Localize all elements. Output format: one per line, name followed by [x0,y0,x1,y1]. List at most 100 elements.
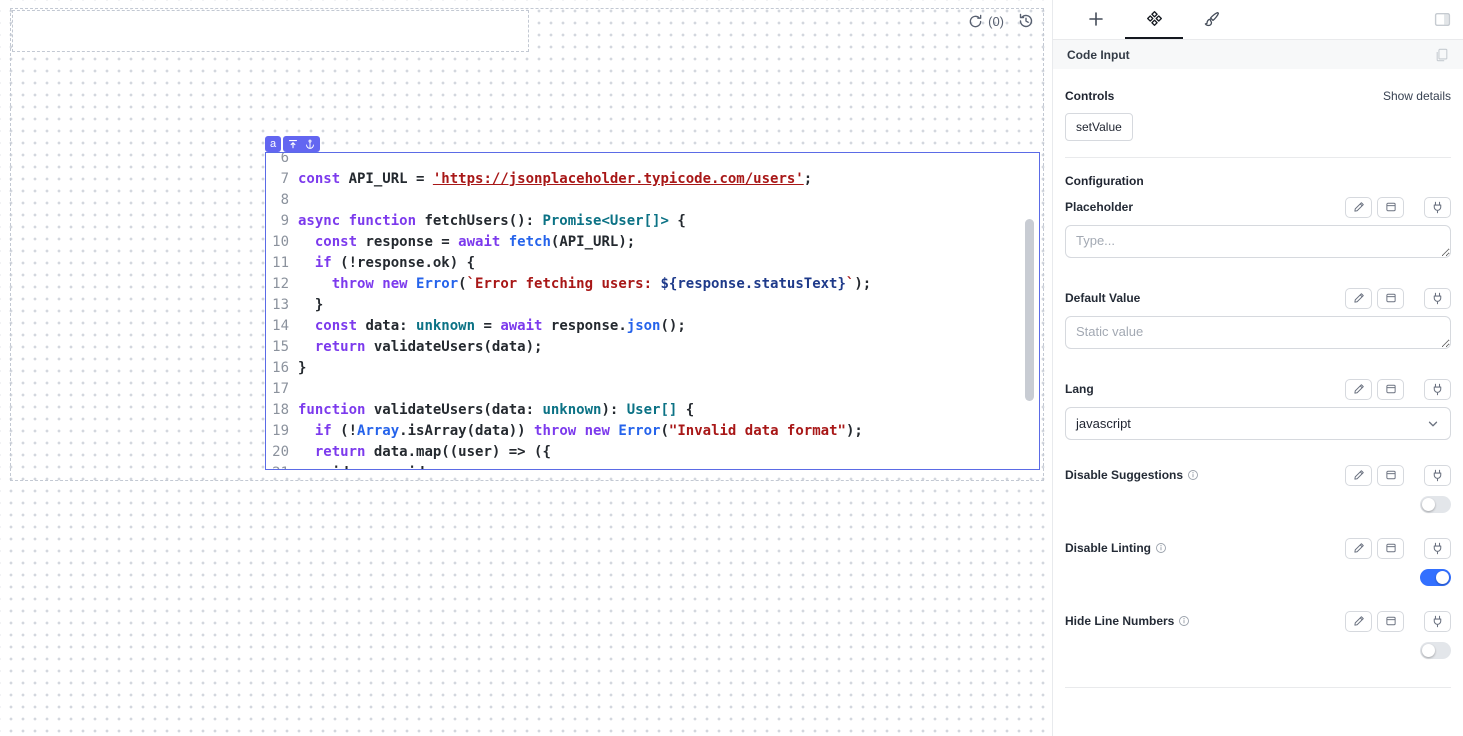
plug-icon [1431,292,1444,305]
property-panel: Code Input Controls Show details setValu… [1053,0,1463,736]
hide-line-numbers-label: Hide Line Numbers [1065,614,1174,628]
default-value-label: Default Value [1065,291,1140,305]
field-lang: Langjavascript [1065,378,1451,440]
hide-line-numbers-bind-button[interactable] [1424,611,1451,632]
disable-suggestions-edit-button[interactable] [1345,465,1372,486]
tab-styles[interactable] [1183,0,1241,39]
disable-linting-label: Disable Linting [1065,541,1151,555]
line-number: 21 [270,463,298,469]
window-icon [1385,469,1397,481]
plug-icon [1431,615,1444,628]
lang-edit-button[interactable] [1345,379,1372,400]
canvas[interactable]: (0) a 67const API_URL = 'https://jsonpla… [0,0,1053,736]
info-icon[interactable] [1187,469,1199,481]
panel-collapse-button[interactable] [1434,11,1451,28]
info-icon[interactable] [1155,542,1167,554]
plus-icon [1088,11,1104,27]
docs-button[interactable] [1435,48,1449,62]
code-line-18[interactable]: 18function validateUsers(data: unknown):… [266,400,1039,421]
setvalue-button[interactable]: setValue [1065,113,1133,141]
disable-suggestions-insert-button[interactable] [1377,465,1404,486]
tab-components[interactable] [1125,0,1183,39]
disable-linting-toggle[interactable] [1420,569,1451,586]
pencil-icon [1353,469,1365,481]
lang-select[interactable]: javascript [1065,407,1451,440]
disable-suggestions-bind-button[interactable] [1424,465,1451,486]
toggle-knob [1436,571,1449,584]
brush-icon [1204,11,1220,27]
line-number: 15 [270,337,298,358]
refresh-icon [968,14,983,29]
code-text: const data: unknown = await response.jso… [298,316,686,337]
lang-bind-button[interactable] [1424,379,1451,400]
hide-line-numbers-insert-button[interactable] [1377,611,1404,632]
code-line-15[interactable]: 15 return validateUsers(data); [266,337,1039,358]
line-number: 7 [270,169,298,190]
show-details-link[interactable]: Show details [1383,89,1451,103]
code-line-11[interactable]: 11 if (!response.ok) { [266,253,1039,274]
widget-selection-chips: a [265,136,320,152]
plug-icon [1431,469,1444,482]
refresh-button[interactable]: (0) [968,14,1004,29]
lang-selected-value: javascript [1076,416,1131,431]
code-line-7[interactable]: 7const API_URL = 'https://jsonplaceholde… [266,169,1039,190]
default-value-input[interactable] [1065,316,1451,349]
copy-icon [1435,48,1449,62]
info-icon[interactable] [1178,615,1190,627]
history-button[interactable] [1018,13,1034,29]
default-value-insert-button[interactable] [1377,288,1404,309]
configuration-section: Configuration PlaceholderDefault ValueLa… [1065,174,1451,688]
placeholder-insert-button[interactable] [1377,197,1404,218]
window-icon [1385,201,1397,213]
header-container-outline [12,10,529,52]
code-line-12[interactable]: 12 throw new Error(`Error fetching users… [266,274,1039,295]
field-disable-linting: Disable Linting [1065,537,1451,586]
code-line-17[interactable]: 17 [266,379,1039,400]
disable-linting-bind-button[interactable] [1424,538,1451,559]
code-input-widget[interactable]: a 67const API_URL = 'https://jsonplaceho… [265,152,1040,470]
placeholder-input[interactable] [1065,225,1451,258]
default-value-bind-button[interactable] [1424,288,1451,309]
default-value-edit-button[interactable] [1345,288,1372,309]
controls-title: Controls [1065,89,1114,103]
code-editor[interactable]: 67const API_URL = 'https://jsonplacehold… [266,153,1039,469]
line-number: 18 [270,400,298,421]
code-line-14[interactable]: 14 const data: unknown = await response.… [266,316,1039,337]
code-text: if (!Array.isArray(data)) throw new Erro… [298,421,863,442]
code-line-13[interactable]: 13 } [266,295,1039,316]
placeholder-edit-button[interactable] [1345,197,1372,218]
pencil-icon [1353,615,1365,627]
disable-linting-edit-button[interactable] [1345,538,1372,559]
field-default-value: Default Value [1065,287,1451,354]
code-line-6[interactable]: 6 [266,153,1039,169]
toggle-knob [1422,498,1435,511]
line-number: 8 [270,190,298,211]
pencil-icon [1353,201,1365,213]
code-line-8[interactable]: 8 [266,190,1039,211]
tab-add[interactable] [1067,0,1125,39]
disable-linting-insert-button[interactable] [1377,538,1404,559]
hide-line-numbers-edit-button[interactable] [1345,611,1372,632]
editor-scrollbar[interactable] [1025,219,1034,401]
placeholder-bind-button[interactable] [1424,197,1451,218]
line-number: 16 [270,358,298,379]
code-line-19[interactable]: 19 if (!Array.isArray(data)) throw new E… [266,421,1039,442]
disable-suggestions-toggle[interactable] [1420,496,1451,513]
hide-line-numbers-toggle[interactable] [1420,642,1451,659]
field-disable-suggestions: Disable Suggestions [1065,464,1451,513]
window-icon [1385,542,1397,554]
lang-insert-button[interactable] [1377,379,1404,400]
code-line-16[interactable]: 16} [266,358,1039,379]
code-line-9[interactable]: 9async function fetchUsers(): Promise<Us… [266,211,1039,232]
code-text: id: user.id, [298,463,433,469]
widget-actions-chip[interactable] [283,136,320,152]
panel-tabs [1053,0,1463,40]
code-line-20[interactable]: 20 return data.map((user) => ({ [266,442,1039,463]
code-line-10[interactable]: 10 const response = await fetch(API_URL)… [266,232,1039,253]
field-placeholder: Placeholder [1065,196,1451,263]
widget-name-chip[interactable]: a [265,136,281,152]
components-icon [1146,10,1163,27]
widget-name-label: a [270,139,276,150]
code-line-21[interactable]: 21 id: user.id, [266,463,1039,469]
placeholder-label: Placeholder [1065,200,1133,214]
